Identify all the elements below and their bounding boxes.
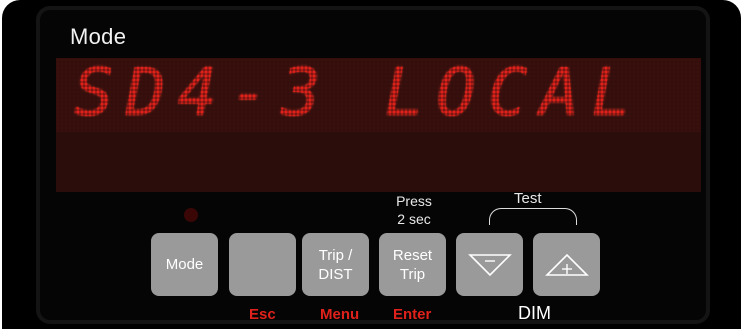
mode-button-label: Mode — [165, 256, 204, 273]
trip-dist-button[interactable]: Trip / DIST — [302, 233, 369, 296]
test-label: Test — [514, 190, 542, 207]
triangle-down-minus-icon — [467, 252, 512, 278]
trip-button-line1: Trip / — [318, 246, 353, 264]
enter-sublabel: Enter — [393, 306, 432, 323]
dim-sublabel: DIM — [518, 303, 551, 323]
reset-button-line1: Reset — [392, 246, 433, 264]
trip-button-line2: DIST — [318, 265, 353, 283]
esc-sublabel: Esc — [249, 306, 276, 323]
down-button[interactable] — [456, 233, 523, 296]
status-led — [184, 208, 198, 222]
up-button[interactable] — [533, 233, 600, 296]
reset-button-line2: Trip — [399, 265, 426, 283]
menu-sublabel: Menu — [320, 306, 360, 323]
esc-button[interactable] — [229, 233, 296, 296]
press-note-line1: Press — [396, 193, 432, 209]
panel-heading: Mode — [70, 24, 127, 49]
press-note: Press 2 sec — [379, 192, 449, 228]
press-note-line2: 2 sec — [397, 211, 431, 227]
reset-trip-button[interactable]: Reset Trip — [379, 233, 446, 296]
mode-button[interactable]: Mode — [151, 233, 218, 296]
display-readout: SD4-3 LOCAL — [74, 54, 644, 131]
triangle-up-plus-icon — [544, 252, 589, 278]
test-bracket — [489, 208, 577, 225]
